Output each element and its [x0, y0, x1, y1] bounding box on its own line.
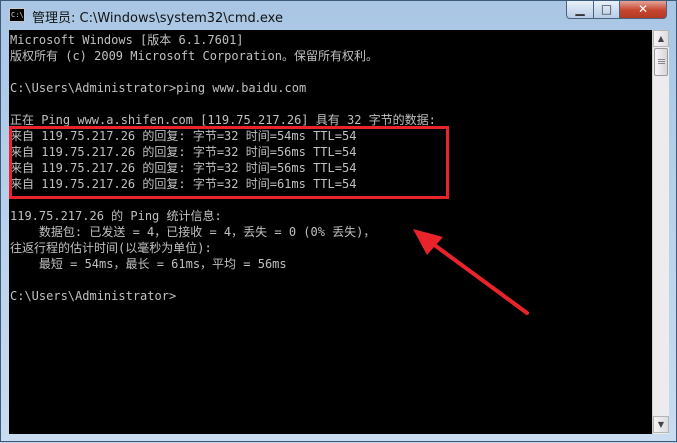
- annotation-arrow-icon: [413, 229, 529, 315]
- cmd-window: C:\ 管理员: C:\Windows\system32\cmd.exe ▁ □…: [0, 0, 677, 442]
